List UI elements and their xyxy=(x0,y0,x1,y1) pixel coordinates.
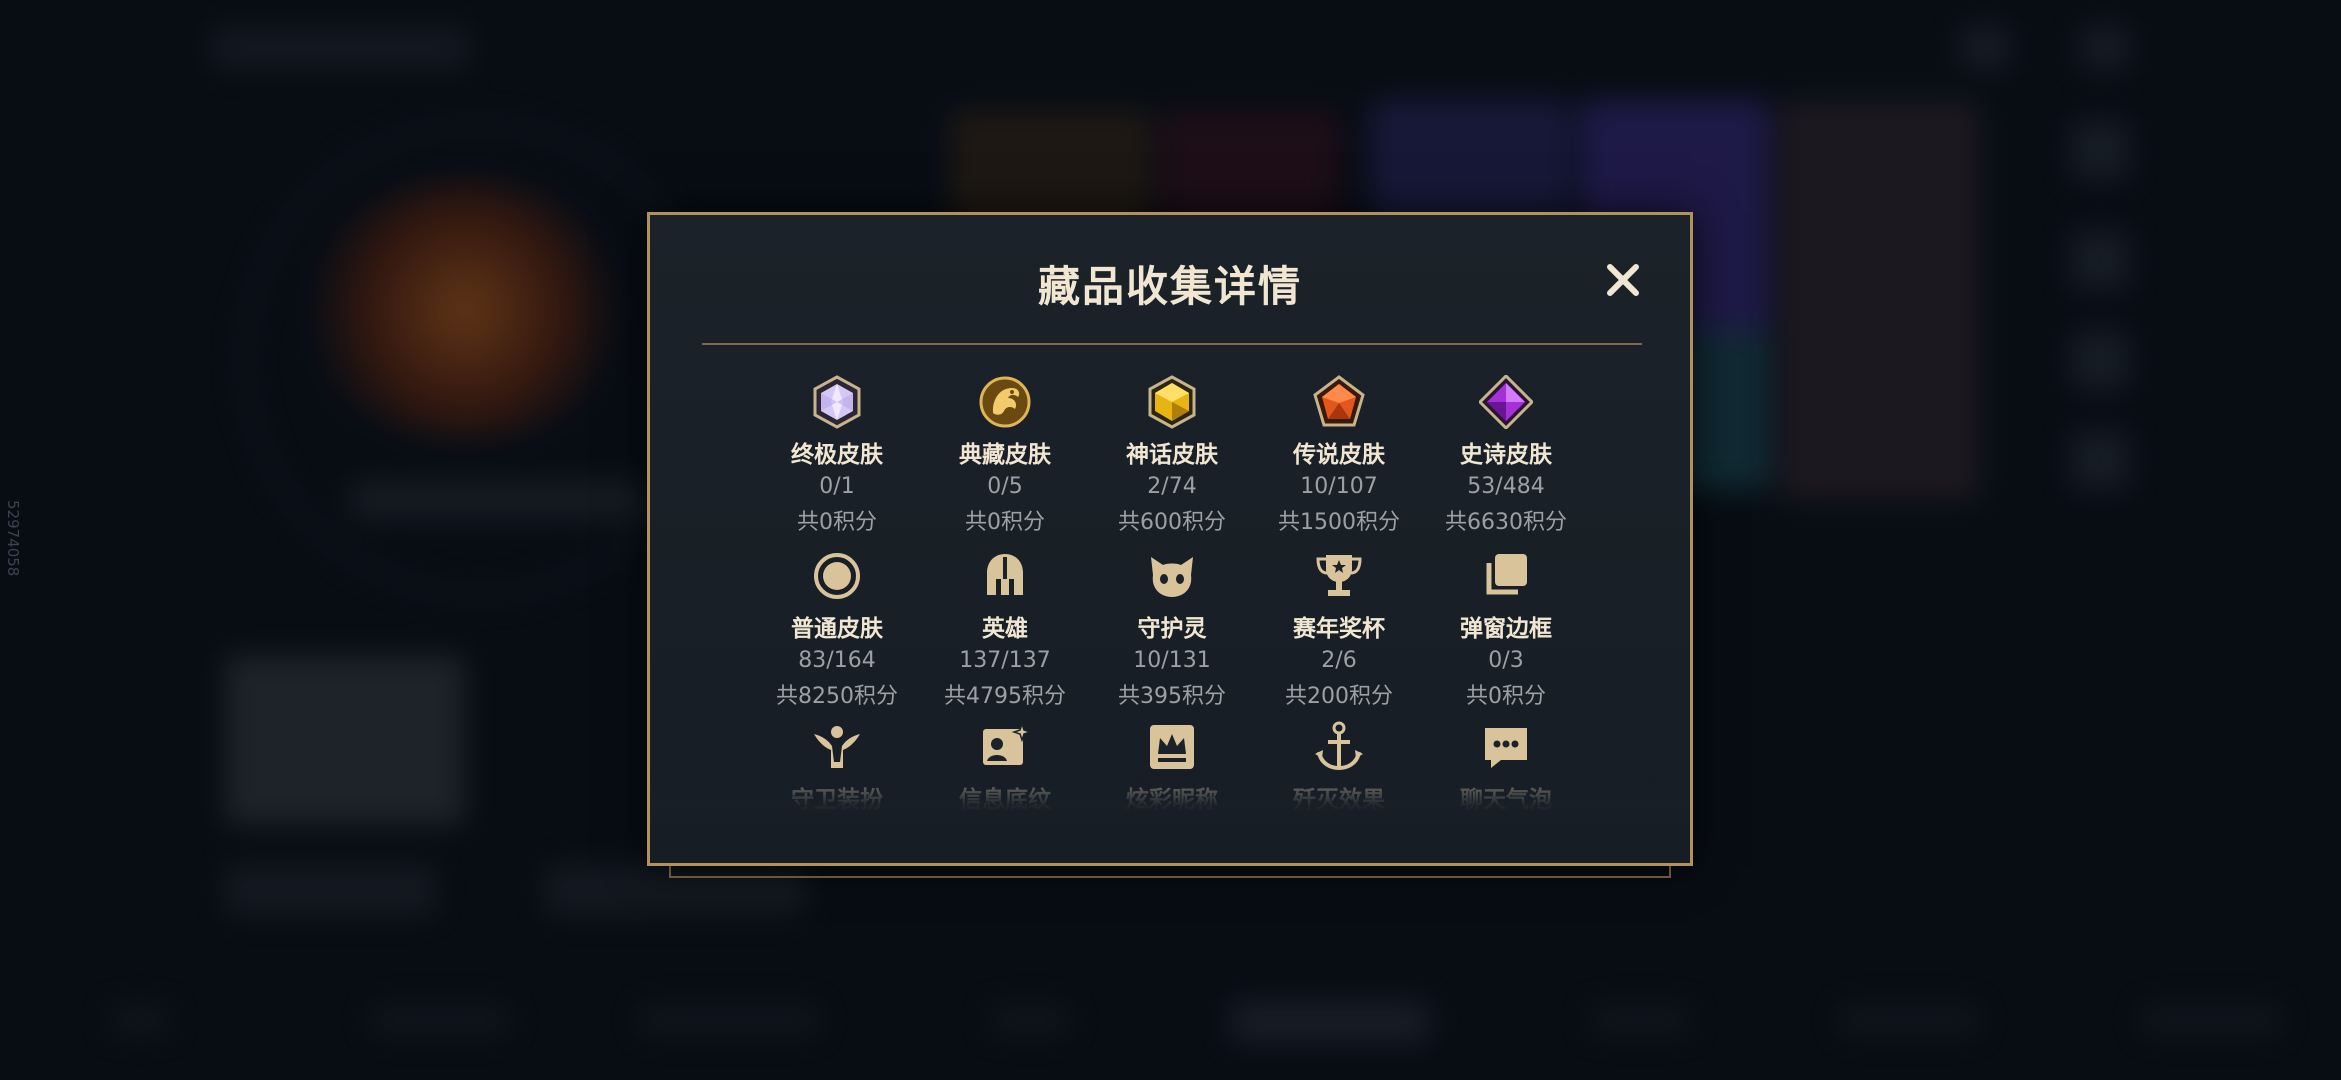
item-count: 53/484 xyxy=(1467,474,1545,499)
collection-item-little-legend[interactable]: 守护灵 10/131 共395积分 xyxy=(1092,549,1252,710)
item-points: 共6630积分 xyxy=(1445,510,1567,535)
collection-item-ace-effect[interactable]: 歼灭效果 xyxy=(1259,720,1419,814)
item-name: 典藏皮肤 xyxy=(959,442,1051,468)
item-points: 共395积分 xyxy=(1118,684,1226,709)
modal-bottom-rail xyxy=(669,866,1671,878)
item-name: 弹窗边框 xyxy=(1460,616,1552,642)
collection-item-standard-skin[interactable]: 普通皮肤 83/164 共8250积分 xyxy=(757,549,917,710)
screen: 52974058 藏品收集详情 终极皮肤 0/1 共0积分 典藏皮肤 0/5 共… xyxy=(0,0,2341,1080)
item-name: 神话皮肤 xyxy=(1126,442,1218,468)
item-name: 守卫装扮 xyxy=(791,787,883,813)
collection-item-epic-skin[interactable]: 史诗皮肤 53/484 共6630积分 xyxy=(1426,375,1586,536)
item-count: 0/3 xyxy=(1488,648,1524,673)
item-name: 歼灭效果 xyxy=(1293,787,1385,813)
item-points: 共200积分 xyxy=(1285,684,1393,709)
item-name: 普通皮肤 xyxy=(791,616,883,642)
item-name: 守护灵 xyxy=(1137,616,1207,642)
collection-item-champion[interactable]: 英雄 137/137 共4795积分 xyxy=(925,549,1085,710)
ultimate-skin-gem-icon xyxy=(813,375,861,429)
item-name: 赛年奖杯 xyxy=(1293,616,1385,642)
close-button[interactable] xyxy=(1600,257,1646,303)
item-count: 137/137 xyxy=(959,648,1051,673)
guardian-outfit-icon xyxy=(814,726,860,768)
item-count: 0/5 xyxy=(987,474,1023,499)
collection-item-prestige-skin[interactable]: 典藏皮肤 0/5 共0积分 xyxy=(925,375,1085,536)
item-count: 83/164 xyxy=(798,648,876,673)
item-name: 炫彩昵称 xyxy=(1126,787,1218,813)
modal-title: 藏品收集详情 xyxy=(1037,262,1302,311)
prestige-skin-dragon-icon xyxy=(979,376,1031,428)
collection-item-chat-bubble[interactable]: 聊天气泡 xyxy=(1426,720,1586,814)
collection-item-profile-banner[interactable]: 信息底纹 xyxy=(925,720,1085,814)
item-name: 终极皮肤 xyxy=(791,442,883,468)
item-count: 10/107 xyxy=(1300,474,1378,499)
collection-item-guardian-outfit[interactable]: 守卫装扮 xyxy=(757,720,917,814)
collection-item-mythic-skin[interactable]: 神话皮肤 2/74 共600积分 xyxy=(1092,375,1252,536)
mythic-skin-gem-icon xyxy=(1148,375,1196,429)
side-id-text: 52974058 xyxy=(4,500,22,577)
trophy-icon xyxy=(1316,555,1362,596)
title-divider xyxy=(702,343,1642,345)
item-points: 共8250积分 xyxy=(776,684,898,709)
item-name: 英雄 xyxy=(982,616,1028,642)
item-name: 信息底纹 xyxy=(959,787,1051,813)
item-points: 共4795积分 xyxy=(944,684,1066,709)
little-legend-icon xyxy=(1151,557,1193,597)
item-count: 0/1 xyxy=(819,474,855,499)
item-count: 10/131 xyxy=(1133,648,1211,673)
collection-item-colorful-nickname[interactable]: 炫彩昵称 xyxy=(1092,720,1252,814)
item-count: 2/6 xyxy=(1321,648,1357,673)
collection-details-modal: 藏品收集详情 终极皮肤 0/1 共0积分 典藏皮肤 0/5 共0积分 神话皮肤 … xyxy=(647,212,1693,866)
item-points: 共0积分 xyxy=(1466,684,1546,709)
ace-effect-anchor-icon xyxy=(1315,721,1363,771)
colorful-nickname-icon xyxy=(1150,725,1194,769)
item-name: 聊天气泡 xyxy=(1460,787,1552,813)
chat-bubble-icon xyxy=(1485,728,1527,768)
legendary-skin-gem-icon xyxy=(1313,375,1365,427)
item-points: 共0积分 xyxy=(965,510,1045,535)
item-name: 传说皮肤 xyxy=(1293,442,1385,468)
standard-skin-circle-icon xyxy=(814,553,860,599)
popup-frame-icon xyxy=(1486,554,1527,595)
close-icon xyxy=(1607,264,1639,296)
collection-item-season-trophy[interactable]: 赛年奖杯 2/6 共200积分 xyxy=(1259,549,1419,710)
collection-item-ultimate-skin[interactable]: 终极皮肤 0/1 共0积分 xyxy=(757,375,917,536)
item-points: 共1500积分 xyxy=(1278,510,1400,535)
epic-skin-gem-icon xyxy=(1479,375,1533,429)
collection-item-legendary-skin[interactable]: 传说皮肤 10/107 共1500积分 xyxy=(1259,375,1419,536)
item-name: 史诗皮肤 xyxy=(1460,442,1552,468)
profile-banner-icon xyxy=(983,721,1032,765)
collection-item-popup-frame[interactable]: 弹窗边框 0/3 共0积分 xyxy=(1426,549,1586,710)
item-count: 2/74 xyxy=(1147,474,1197,499)
item-points: 共600积分 xyxy=(1118,510,1226,535)
item-points: 共0积分 xyxy=(797,510,877,535)
champion-helmet-icon xyxy=(987,554,1023,595)
